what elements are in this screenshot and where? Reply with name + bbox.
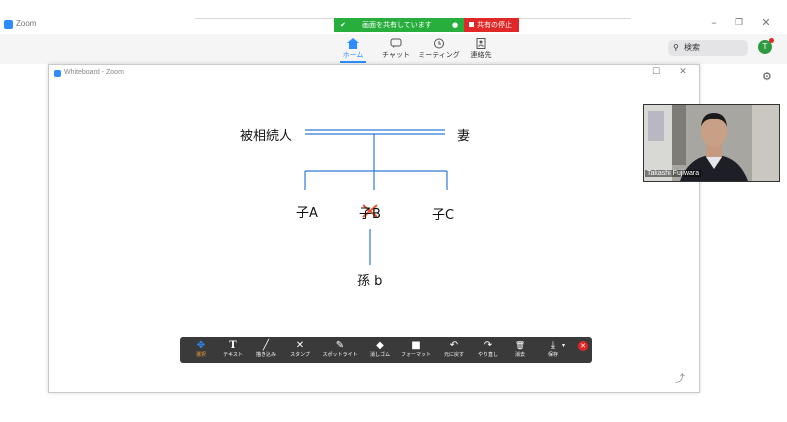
tool-undo[interactable]: ↶ 元に戻す: [436, 339, 472, 359]
chevron-down-icon[interactable]: ▾: [562, 342, 565, 349]
node-deceased: 被相続人: [240, 129, 293, 144]
spotlight-icon: ✎: [335, 340, 345, 351]
node-child-b: 子B: [359, 207, 381, 222]
tool-clear[interactable]: 🗑 消去: [502, 339, 538, 359]
node-child-c: 子C: [432, 208, 455, 223]
tool-spotlight[interactable]: ✎ スポットライト: [322, 339, 358, 359]
tool-eraser[interactable]: ◆ 消しゴム: [362, 339, 398, 359]
tool-format[interactable]: ■ フォーマット: [398, 339, 434, 359]
participant-name: Takashi Fujiwara: [645, 170, 702, 177]
node-grandchild: 孫 b: [357, 274, 383, 289]
tool-stamp[interactable]: ✕ スタンプ: [282, 339, 318, 359]
node-spouse: 妻: [457, 129, 471, 144]
tool-redo[interactable]: ↷ やり直し: [470, 339, 506, 359]
pen-icon: ╱: [262, 340, 270, 351]
save-icon: ⤓: [550, 340, 556, 351]
redo-icon: ↷: [483, 340, 493, 351]
stamp-x-icon: ✕: [295, 340, 305, 351]
tool-select[interactable]: ✥ 選択: [183, 339, 219, 359]
text-icon: T: [229, 340, 237, 351]
trash-icon: 🗑: [514, 341, 526, 350]
eraser-icon: ◆: [376, 340, 384, 351]
close-toolbar-button[interactable]: ✕: [578, 341, 588, 351]
move-icon: ✥: [196, 340, 206, 351]
undo-icon: ↶: [449, 340, 459, 351]
tool-draw[interactable]: ╱ 描き込み: [248, 339, 284, 359]
tool-text[interactable]: T テキスト: [215, 339, 251, 359]
resize-corner-icon[interactable]: ⤴: [675, 370, 685, 385]
node-child-a: 子A: [296, 206, 318, 221]
format-icon: ■: [411, 340, 421, 351]
tool-save[interactable]: ⤓ 保存: [535, 339, 571, 359]
